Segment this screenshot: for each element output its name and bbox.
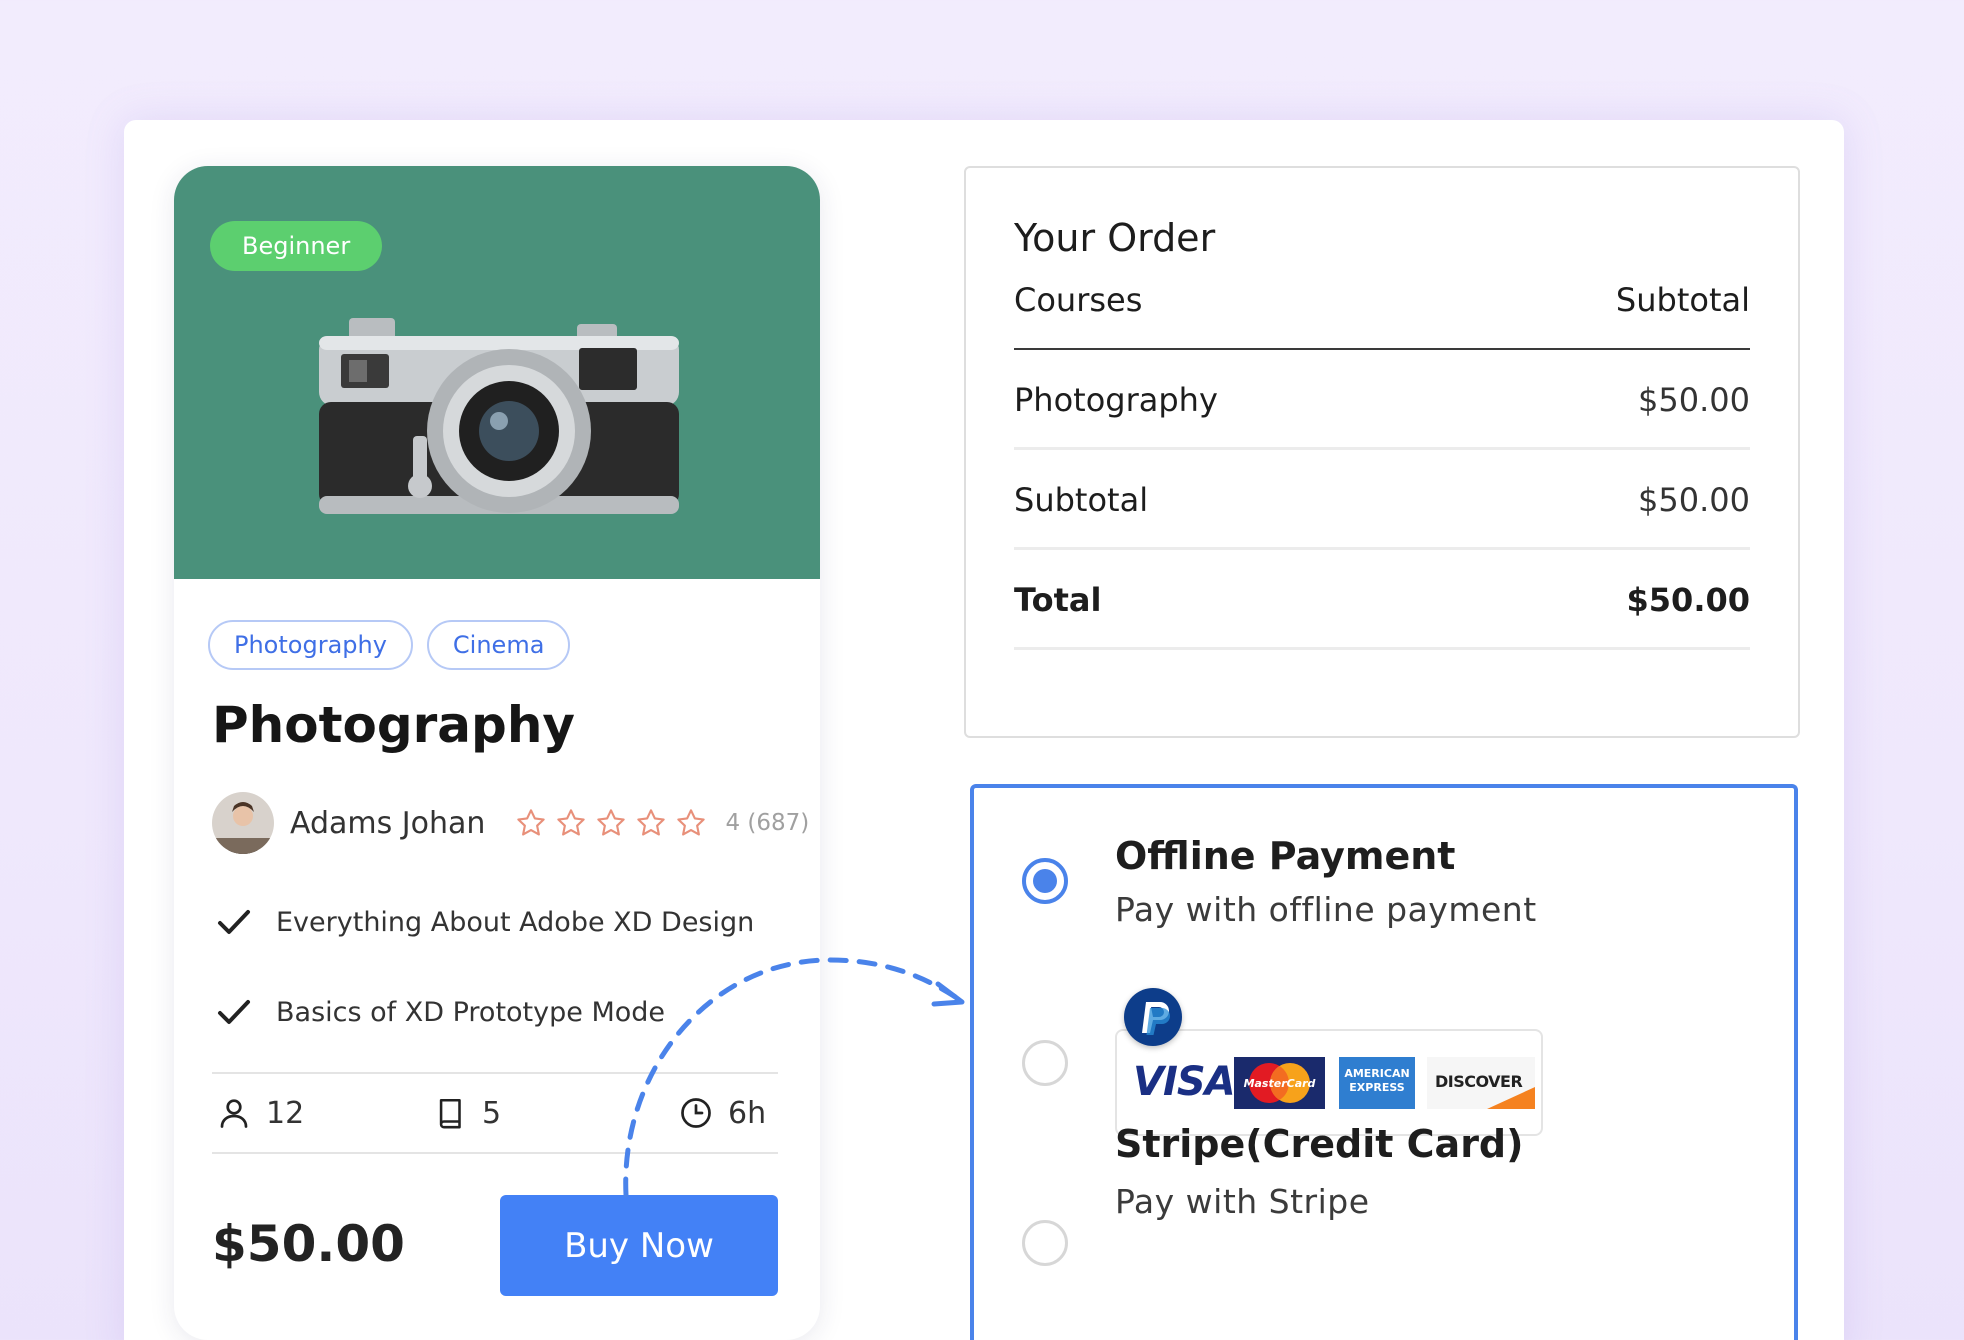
amex-logo: AMERICAN EXPRESS xyxy=(1339,1057,1415,1109)
level-badge: Beginner xyxy=(210,221,383,271)
paypal-icon xyxy=(1124,988,1182,1046)
order-row-label: Photography xyxy=(1014,380,1218,419)
order-row-amount: $50.00 xyxy=(1638,380,1750,419)
user-icon xyxy=(220,1099,248,1128)
course-price: $50.00 xyxy=(212,1215,405,1273)
star-icon xyxy=(677,809,706,836)
star-icon xyxy=(597,809,626,836)
rating-stars: 4 (687) xyxy=(515,807,809,839)
order-row-amount: $50.00 xyxy=(1626,580,1750,619)
card-payment-radio[interactable] xyxy=(1022,1040,1068,1086)
star-icon xyxy=(637,809,666,836)
stat-students: 12 xyxy=(216,1083,304,1143)
camera-image xyxy=(319,318,679,514)
check-icon xyxy=(218,1000,250,1024)
stripe-payment-subtitle: Pay with Stripe xyxy=(1115,1182,1370,1221)
order-row-total: Total $50.00 xyxy=(1014,552,1750,650)
course-tags: Photography Cinema xyxy=(208,620,571,670)
star-icon xyxy=(557,809,586,836)
tag-cinema[interactable]: Cinema xyxy=(426,620,571,670)
book-icon xyxy=(439,1098,461,1129)
course-thumbnail: Beginner xyxy=(174,166,820,579)
order-row-amount: $50.00 xyxy=(1638,480,1750,519)
students-count: 12 xyxy=(266,1095,305,1131)
svg-text:MasterCard: MasterCard xyxy=(1244,1077,1316,1090)
tag-photography[interactable]: Photography xyxy=(208,620,413,670)
avatar[interactable] xyxy=(212,792,274,854)
order-row-label: Total xyxy=(1014,580,1102,619)
stripe-payment-radio[interactable] xyxy=(1022,1220,1068,1266)
order-row-label: Subtotal xyxy=(1014,480,1149,519)
col-courses: Courses xyxy=(1014,281,1143,319)
order-row-subtotal: Subtotal $50.00 xyxy=(1014,452,1750,550)
col-subtotal: Subtotal xyxy=(1615,281,1750,319)
feature-item: Everything About Adobe XD Design xyxy=(214,902,754,942)
stat-lessons: 5 xyxy=(434,1083,501,1143)
author-name[interactable]: Adams Johan xyxy=(290,806,485,841)
feature-item: Basics of XD Prototype Mode xyxy=(214,992,665,1032)
buy-now-button[interactable]: Buy Now xyxy=(500,1195,778,1296)
stripe-payment-title[interactable]: Stripe(Credit Card) xyxy=(1115,1122,1524,1166)
order-summary: Your Order Courses Subtotal Photography … xyxy=(964,166,1800,738)
offline-payment-title[interactable]: Offline Payment xyxy=(1115,834,1455,878)
discover-logo: DISCOVER xyxy=(1427,1057,1535,1109)
course-title[interactable]: Photography xyxy=(212,696,575,754)
offline-payment-radio[interactable] xyxy=(1022,858,1068,904)
lessons-count: 5 xyxy=(482,1095,502,1131)
payment-methods: Offline Payment Pay with offline payment… xyxy=(970,784,1798,1340)
order-header: Courses Subtotal xyxy=(1014,252,1750,350)
star-icon xyxy=(517,809,546,836)
mastercard-logo: MasterCard xyxy=(1234,1057,1325,1109)
offline-payment-subtitle: Pay with offline payment xyxy=(1115,890,1537,929)
order-row-course: Photography $50.00 xyxy=(1014,352,1750,450)
rating-text: 4 (687) xyxy=(725,810,810,836)
dashed-arrow-icon xyxy=(623,957,965,1198)
visa-logo: VISA xyxy=(1133,1059,1236,1105)
author-row: Adams Johan 4 (687) xyxy=(212,792,809,854)
check-icon xyxy=(218,910,250,934)
feature-text: Everything About Adobe XD Design xyxy=(276,906,755,938)
